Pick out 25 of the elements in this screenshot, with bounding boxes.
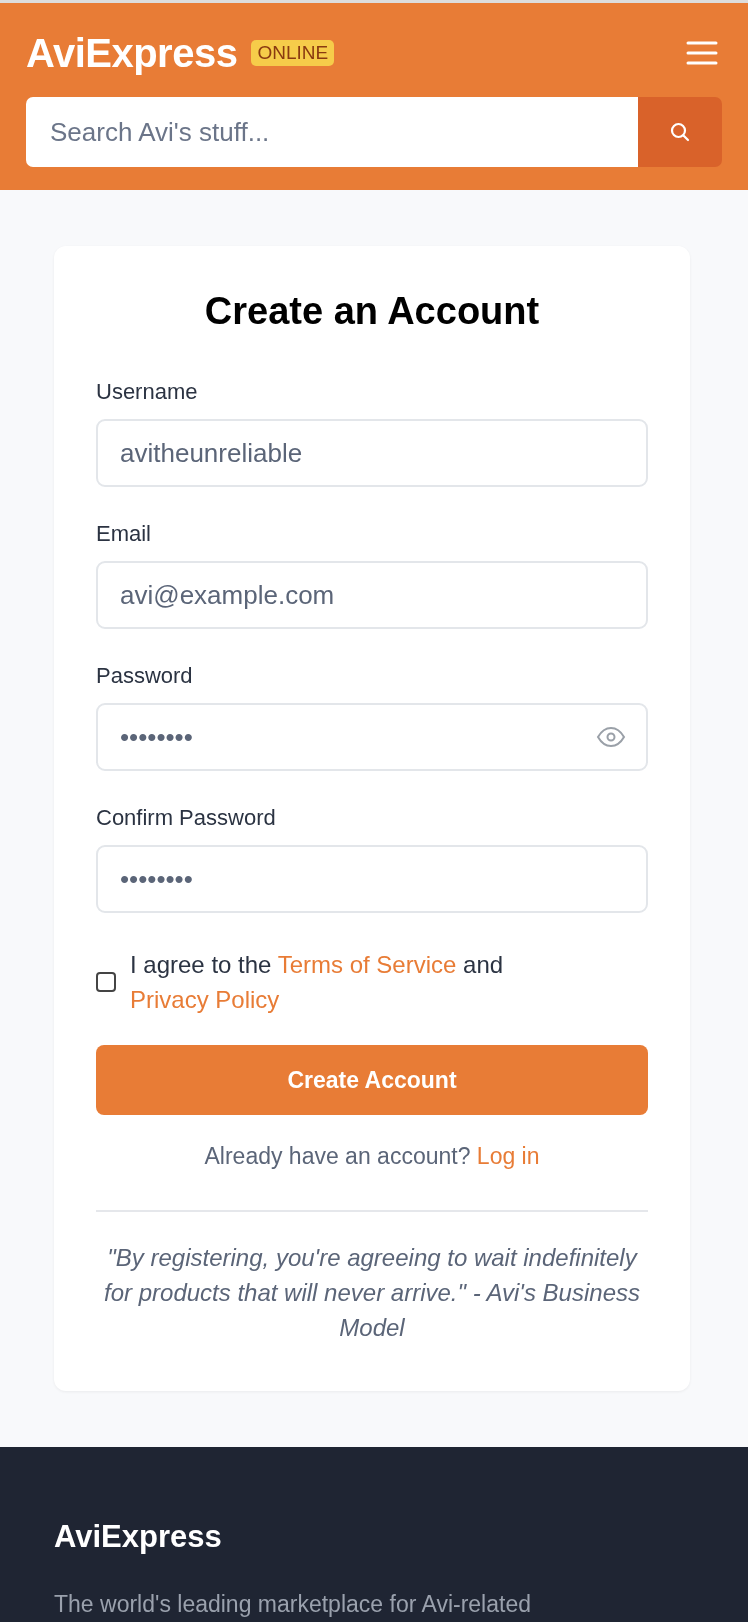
terms-agreement: I agree to the Terms of Service and Privacy Policy (130, 950, 505, 1015)
login-prompt: Already have an account? Log in (203, 1143, 541, 1170)
terms-link[interactable]: Privacy Policy (130, 986, 280, 1013)
form-title: Create an Account (203, 290, 541, 333)
input-field[interactable]: •••••••• (96, 845, 648, 913)
create-account-button[interactable]: Create Account (96, 1045, 648, 1115)
checkbox[interactable] (96, 972, 116, 992)
search-field[interactable]: Search Avi's stuff... (26, 97, 638, 167)
logo[interactable]: AviExpress (26, 30, 238, 76)
footer-text: The world's leading marketplace for Avi-related (54, 1591, 532, 1618)
footer-title: AviExpress (54, 1519, 223, 1555)
quote-text: "By registering, you're agreeing to wait indefinitely for products that will never arrive." - Avi's Business Model (103, 1243, 641, 1343)
field-label: Password (96, 663, 194, 689)
field-label: Email (96, 521, 152, 547)
status-badge: ONLINE (251, 40, 335, 66)
input-field[interactable]: avi@example.com (96, 561, 648, 629)
input-field[interactable]: •••••••• (96, 703, 648, 771)
eye-icon[interactable] (596, 726, 626, 748)
menu-icon[interactable] (686, 40, 718, 66)
field-label: Username (96, 379, 199, 405)
terms-link[interactable]: Terms of Service (277, 951, 457, 978)
field-label: Confirm Password (96, 805, 277, 831)
input-field[interactable]: avitheunreliable (96, 419, 648, 487)
search-icon (668, 120, 692, 144)
login-link[interactable]: Log in (476, 1143, 540, 1169)
